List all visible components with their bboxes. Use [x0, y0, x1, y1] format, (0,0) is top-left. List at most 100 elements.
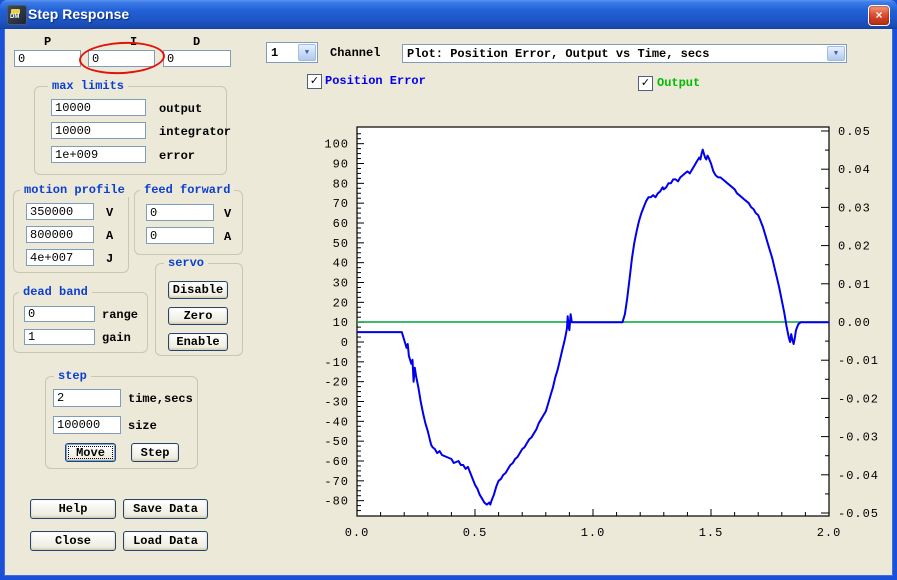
step-title: step [54, 369, 91, 383]
motion-v-input[interactable] [26, 203, 94, 220]
feed-forward-title: feed forward [140, 183, 234, 197]
step-button[interactable]: Step [131, 443, 179, 462]
svg-text:0.04: 0.04 [838, 163, 871, 177]
svg-text:-60: -60 [324, 455, 349, 469]
p-label: P [44, 35, 51, 49]
ff-a-label: A [224, 230, 231, 244]
close-button[interactable]: Close [30, 531, 116, 551]
max-error-input[interactable] [51, 146, 146, 163]
app-icon [7, 5, 27, 25]
max-limits-title: max limits [48, 79, 128, 93]
y-right-axis: -0.05 -0.04 -0.03 -0.02 -0.01 0.00 0.01 0.02 0.0… [821, 125, 879, 521]
svg-text:100: 100 [324, 138, 349, 152]
step-group: step time,secs size Move Step [45, 376, 198, 469]
motion-profile-group: motion profile V A J [13, 190, 129, 273]
svg-text:-20: -20 [324, 376, 349, 390]
dead-band-title: dead band [19, 285, 92, 299]
max-integrator-input[interactable] [51, 122, 146, 139]
window-title: Step Response [28, 6, 129, 22]
position-error-checkbox[interactable]: ✓ [307, 74, 322, 89]
gain-input[interactable] [24, 329, 95, 345]
svg-text:0.0: 0.0 [345, 526, 370, 540]
channel-value: 1 [271, 46, 278, 60]
load-data-button[interactable]: Load Data [123, 531, 208, 551]
svg-text:-30: -30 [324, 395, 349, 409]
max-integrator-label: integrator [159, 125, 231, 139]
svg-text:-50: -50 [324, 435, 349, 449]
svg-text:-40: -40 [324, 415, 349, 429]
servo-title: servo [164, 256, 208, 270]
svg-text:-80: -80 [324, 495, 349, 509]
svg-text:-0.03: -0.03 [838, 431, 879, 445]
svg-text:-0.01: -0.01 [838, 354, 879, 368]
max-error-label: error [159, 149, 195, 163]
max-output-input[interactable] [51, 99, 146, 116]
plot-select-value: Plot: Position Error, Output vs Time, se… [407, 47, 709, 61]
check-icon: ✓ [310, 74, 319, 87]
gain-label: gain [102, 331, 131, 345]
svg-text:-0.02: -0.02 [838, 392, 879, 406]
p-input[interactable] [14, 50, 81, 67]
motion-a-label: A [106, 229, 113, 243]
svg-text:-0.05: -0.05 [838, 507, 879, 521]
svg-text:0.00: 0.00 [838, 316, 871, 330]
svg-text:0.03: 0.03 [838, 201, 871, 215]
motion-a-input[interactable] [26, 226, 94, 243]
svg-text:0.01: 0.01 [838, 278, 871, 292]
motion-j-input[interactable] [26, 249, 94, 266]
svg-text:60: 60 [333, 217, 349, 231]
output-checkbox[interactable]: ✓ [638, 76, 653, 91]
range-input[interactable] [24, 306, 95, 322]
svg-text:10: 10 [333, 316, 349, 330]
d-label: D [193, 35, 200, 49]
servo-group: servo Disable Zero Enable [155, 263, 243, 356]
svg-text:50: 50 [333, 237, 349, 251]
disable-button[interactable]: Disable [168, 281, 228, 299]
step-size-input[interactable] [53, 416, 121, 434]
range-label: range [102, 308, 138, 322]
red-ellipse-annotation [78, 40, 166, 76]
motion-j-label: J [106, 252, 113, 266]
step-response-chart: -80-70-60-50-40-30-20-100102030405060708… [300, 115, 890, 547]
ff-a-input[interactable] [146, 227, 214, 244]
svg-text:20: 20 [333, 296, 349, 310]
svg-text:-0.04: -0.04 [838, 469, 879, 483]
svg-text:1.5: 1.5 [699, 526, 724, 540]
svg-text:0.5: 0.5 [463, 526, 488, 540]
step-size-label: size [128, 419, 157, 433]
ff-v-input[interactable] [146, 204, 214, 221]
svg-text:30: 30 [333, 277, 349, 291]
check-icon: ✓ [641, 76, 650, 89]
plot-select[interactable]: Plot: Position Error, Output vs Time, se… [402, 44, 847, 63]
svg-text:-70: -70 [324, 475, 349, 489]
move-button[interactable]: Move [65, 443, 116, 462]
step-time-label: time,secs [128, 392, 193, 406]
svg-text:90: 90 [333, 158, 349, 172]
output-label[interactable]: Output [657, 76, 700, 90]
svg-text:0: 0 [341, 336, 349, 350]
motion-profile-title: motion profile [20, 183, 129, 197]
help-button[interactable]: Help [30, 499, 116, 519]
dead-band-group: dead band range gain [13, 292, 148, 353]
chevron-down-icon[interactable]: ▼ [827, 46, 845, 61]
zero-button[interactable]: Zero [168, 307, 228, 325]
title-bar[interactable]: Step Response × [0, 0, 897, 29]
close-icon[interactable]: × [868, 5, 890, 26]
position-error-label[interactable]: Position Error [325, 74, 426, 88]
max-output-label: output [159, 102, 202, 116]
svg-text:70: 70 [333, 197, 349, 211]
svg-text:0.02: 0.02 [838, 240, 871, 254]
step-response-window: Step Response × P I D 1 ▼ Channel Plot: … [0, 0, 897, 580]
motion-v-label: V [106, 206, 113, 220]
enable-button[interactable]: Enable [168, 333, 228, 351]
max-limits-group: max limits output integrator error [34, 86, 227, 175]
step-time-input[interactable] [53, 389, 121, 407]
channel-select[interactable]: 1 ▼ [266, 42, 318, 63]
svg-text:80: 80 [333, 177, 349, 191]
save-data-button[interactable]: Save Data [123, 499, 208, 519]
svg-text:1.0: 1.0 [581, 526, 606, 540]
svg-text:2.0: 2.0 [817, 526, 842, 540]
d-input[interactable] [163, 50, 231, 67]
chevron-down-icon[interactable]: ▼ [298, 44, 316, 61]
feed-forward-group: feed forward V A [134, 190, 243, 255]
